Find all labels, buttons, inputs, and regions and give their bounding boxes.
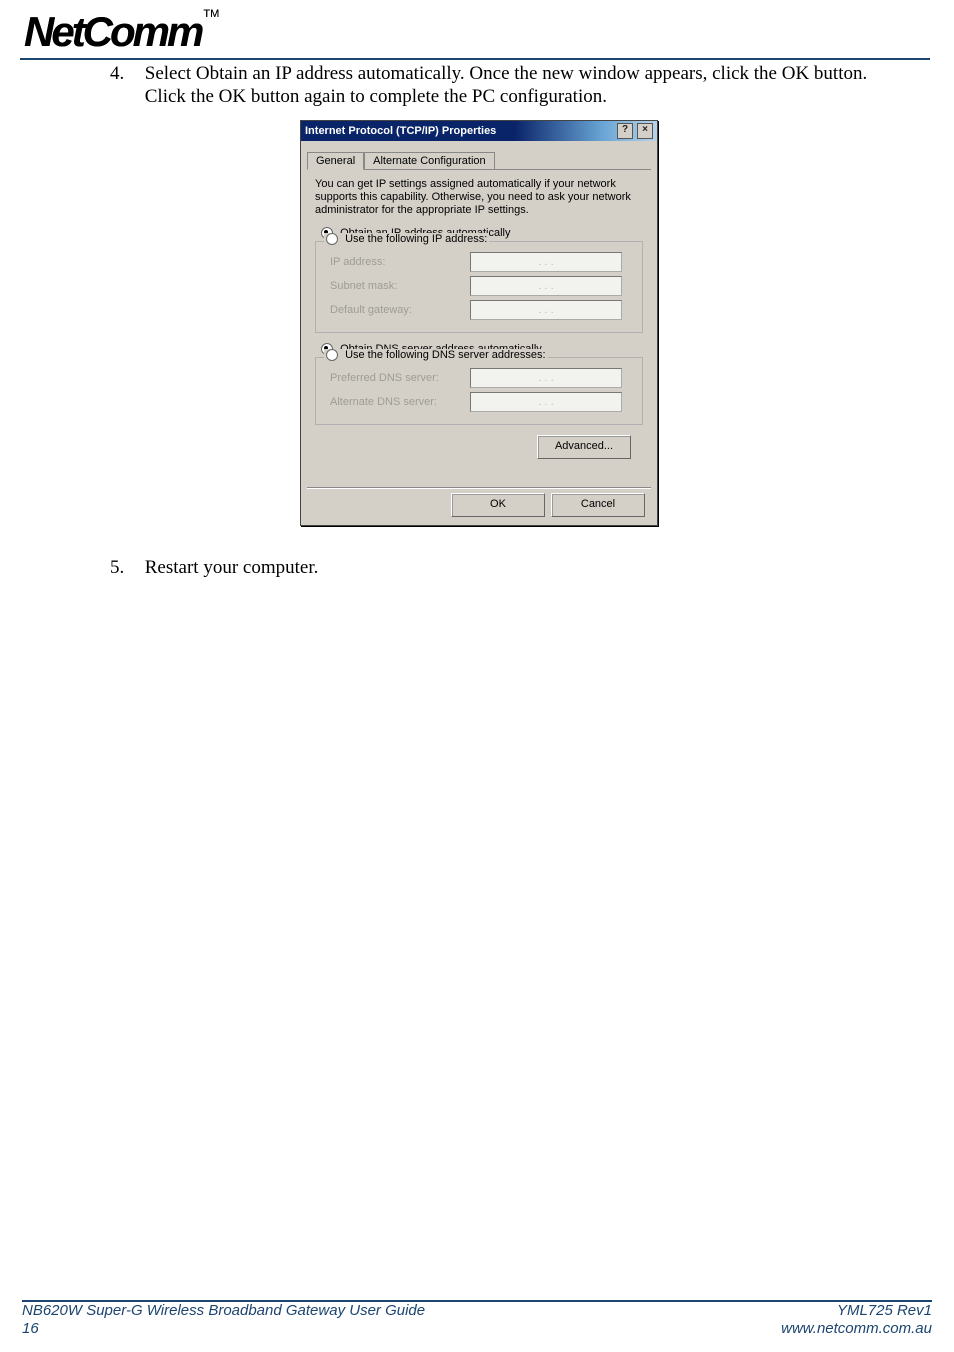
close-button[interactable]: × [637, 123, 653, 139]
input-default-gateway[interactable]: . . . [470, 300, 622, 320]
radio-use-ip-manual[interactable]: Use the following IP address: [324, 233, 489, 245]
label-default-gateway: Default gateway: [330, 304, 470, 316]
step4-text: Select Obtain an IP address automaticall… [145, 62, 905, 108]
label-preferred-dns: Preferred DNS server: [330, 372, 470, 384]
footer-right: YML725 Rev1 www.netcomm.com.au [781, 1302, 932, 1338]
advanced-button[interactable]: Advanced... [537, 435, 631, 459]
row-ip-address: IP address: . . . [330, 252, 634, 272]
ok-button[interactable]: OK [451, 493, 545, 517]
header-rule [20, 58, 930, 60]
dialog-description: You can get IP settings assigned automat… [315, 178, 643, 217]
row-preferred-dns: Preferred DNS server: . . . [330, 368, 634, 388]
radio-dot-icon [326, 349, 338, 361]
logo-tm: TM [203, 8, 219, 20]
dialog-title: Internet Protocol (TCP/IP) Properties [305, 125, 613, 137]
brand-logo: NetCommTM [24, 8, 219, 56]
radio-use-dns-manual-label: Use the following DNS server addresses: [345, 349, 546, 361]
label-ip-address: IP address: [330, 256, 470, 268]
step5-text: Restart your computer. [145, 556, 905, 579]
cancel-button[interactable]: Cancel [551, 493, 645, 517]
dialog-titlebar: Internet Protocol (TCP/IP) Properties ? … [301, 121, 657, 141]
tab-alternate-configuration[interactable]: Alternate Configuration [364, 152, 495, 169]
ip-dots: . . . [538, 372, 553, 384]
tcpip-properties-dialog: Internet Protocol (TCP/IP) Properties ? … [300, 120, 658, 526]
input-preferred-dns[interactable]: . . . [470, 368, 622, 388]
instruction-step-4: 4. Select Obtain an IP address automatic… [110, 62, 910, 108]
radio-dot-icon [326, 233, 338, 245]
input-subnet-mask[interactable]: . . . [470, 276, 622, 296]
ip-dots: . . . [538, 396, 553, 408]
tab-strip: General Alternate Configuration [307, 147, 651, 170]
logo-word: NetComm [24, 8, 201, 55]
tab-general[interactable]: General [307, 152, 364, 170]
step5-number: 5. [110, 556, 140, 579]
input-ip-address[interactable]: . . . [470, 252, 622, 272]
row-default-gateway: Default gateway: . . . [330, 300, 634, 320]
footer-page-number: 16 [22, 1320, 425, 1338]
footer-guide-title: NB620W Super-G Wireless Broadband Gatewa… [22, 1302, 425, 1320]
ip-dots: . . . [538, 280, 553, 292]
footer-left: NB620W Super-G Wireless Broadband Gatewa… [22, 1302, 425, 1338]
ip-dots: . . . [538, 304, 553, 316]
step4-number: 4. [110, 62, 140, 85]
radio-use-dns-manual[interactable]: Use the following DNS server addresses: [324, 349, 548, 361]
radio-use-ip-manual-label: Use the following IP address: [345, 233, 487, 245]
ip-dots: . . . [538, 256, 553, 268]
group-ip-manual: Use the following IP address: IP address… [315, 241, 643, 333]
footer-revision: YML725 Rev1 [781, 1302, 932, 1320]
group-dns-manual: Use the following DNS server addresses: … [315, 357, 643, 425]
label-alternate-dns: Alternate DNS server: [330, 396, 470, 408]
tab-panel-general: You can get IP settings assigned automat… [301, 170, 657, 459]
advanced-row: Advanced... [315, 435, 643, 459]
input-alternate-dns[interactable]: . . . [470, 392, 622, 412]
logo-text: NetCommTM [24, 8, 219, 55]
help-button[interactable]: ? [617, 123, 633, 139]
dialog-bottom-buttons: OK Cancel [451, 493, 645, 517]
dialog-separator-light [307, 488, 651, 489]
row-subnet-mask: Subnet mask: . . . [330, 276, 634, 296]
instruction-step-5: 5. Restart your computer. [110, 556, 910, 579]
footer-url: www.netcomm.com.au [781, 1320, 932, 1338]
row-alternate-dns: Alternate DNS server: . . . [330, 392, 634, 412]
label-subnet-mask: Subnet mask: [330, 280, 470, 292]
